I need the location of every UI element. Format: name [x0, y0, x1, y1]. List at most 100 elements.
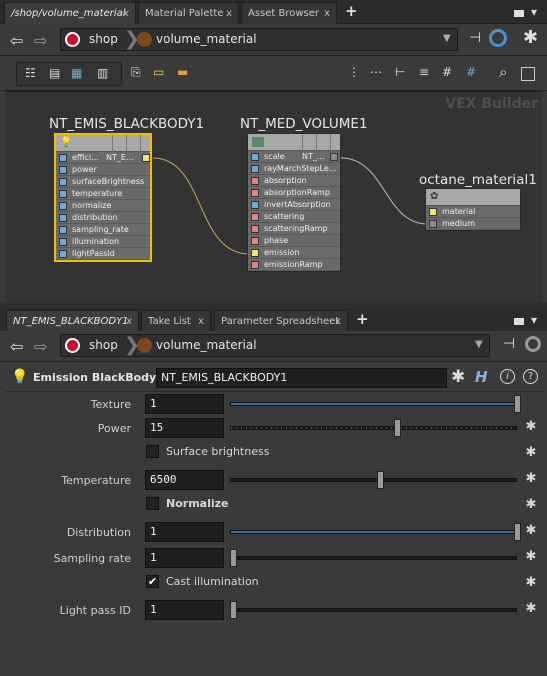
node-octane-material[interactable]: ✿ material medium — [425, 188, 521, 231]
list-view-icon[interactable]: ▤ — [49, 66, 60, 80]
frame-all-icon[interactable] — [521, 67, 535, 81]
link-icon[interactable] — [489, 29, 507, 47]
forward-arrow-icon[interactable]: ⇨ — [34, 337, 47, 356]
port-phase[interactable]: phase — [248, 235, 340, 247]
surface-brightness-gear-icon[interactable]: ✱ — [524, 446, 538, 460]
show-grid-icon[interactable]: # — [442, 65, 452, 79]
add-tab-icon[interactable]: + — [356, 310, 369, 328]
light-pass-id-gear-icon[interactable]: ✱ — [524, 602, 538, 616]
port-invert-absorption[interactable]: invertAbsorption — [248, 199, 340, 211]
light-pass-id-field[interactable]: 1 — [145, 600, 224, 620]
path-context[interactable]: shop — [89, 32, 118, 46]
power-gear-icon[interactable]: ✱ — [524, 420, 538, 434]
add-tab-icon[interactable]: + — [345, 2, 358, 20]
network-box-icon[interactable]: ▬ — [177, 65, 188, 79]
tab-take-list[interactable]: Take List x — [141, 310, 211, 332]
parameters-view-icon[interactable]: ▥ — [97, 66, 108, 80]
path-node[interactable]: volume_material — [156, 32, 257, 46]
port-emission[interactable]: emission — [248, 247, 340, 259]
minimize-pane-icon[interactable] — [514, 10, 524, 17]
slider-handle[interactable] — [377, 471, 384, 489]
snap-grid-icon[interactable]: # — [466, 65, 476, 79]
port-scale[interactable]: scale NT_... — [248, 151, 340, 163]
port-surface-brightness[interactable]: surfaceBrightness — [56, 176, 150, 188]
port-scattering-ramp[interactable]: scatteringRamp — [248, 223, 340, 235]
path-field[interactable]: shop ❯ volume_material ▼ — [60, 28, 458, 51]
tab-close-icon[interactable]: x — [198, 311, 204, 332]
tab-material-palette[interactable]: Material Palette x — [138, 2, 239, 24]
node-emis-blackbody[interactable]: 💡 effici... NT_E... power surfaceBrightne… — [54, 133, 152, 262]
pane-menu-icon[interactable]: ▾ — [531, 313, 537, 327]
zoom-icon[interactable]: ⌕ — [499, 63, 507, 81]
path-dropdown-icon[interactable]: ▼ — [475, 339, 483, 350]
normalize-checkbox[interactable] — [146, 497, 159, 510]
node-med-volume[interactable]: scale NT_... rayMarchStepLe... absorption… — [247, 133, 341, 272]
tab-close-icon[interactable]: x — [335, 311, 341, 332]
sampling-rate-field[interactable]: 1 — [145, 548, 224, 568]
info-icon[interactable]: i — [500, 369, 515, 384]
network-editor[interactable]: VEX Builder NT_EMIS_BLACKBODY1 💡 effici.… — [5, 91, 542, 302]
output-port[interactable] — [142, 154, 150, 162]
temperature-gear-icon[interactable]: ✱ — [524, 472, 538, 486]
pin-icon[interactable]: ⊣ — [503, 336, 515, 352]
power-slider[interactable] — [230, 419, 517, 437]
node-name-field[interactable]: NT_EMIS_BLACKBODY1 — [156, 368, 447, 388]
tab-close-icon[interactable]: x — [226, 3, 232, 24]
settings-gear-icon[interactable]: ✱ — [523, 27, 538, 48]
port-material[interactable]: material — [426, 206, 520, 218]
path-node[interactable]: volume_material — [156, 338, 257, 352]
port-normalize[interactable]: normalize — [56, 200, 150, 212]
pane-menu-icon[interactable]: ▾ — [531, 5, 537, 19]
distribution-field[interactable]: 1 — [145, 522, 224, 542]
port-ray-march[interactable]: rayMarchStepLe... — [248, 163, 340, 175]
port-emission-ramp[interactable]: emissionRamp — [248, 259, 340, 271]
tab-close-icon[interactable]: x — [123, 3, 129, 24]
slider-handle[interactable] — [514, 395, 521, 413]
arrange-icon[interactable]: ≡ — [419, 65, 429, 79]
port-distribution[interactable]: distribution — [56, 212, 150, 224]
link-icon[interactable] — [525, 336, 541, 352]
slider-handle[interactable] — [394, 419, 401, 437]
port-efficiency[interactable]: effici... NT_E... — [56, 152, 150, 164]
back-arrow-icon[interactable]: ⇦ — [10, 31, 23, 50]
port-sampling-rate[interactable]: sampling_rate — [56, 224, 150, 236]
minimize-pane-icon[interactable] — [514, 318, 524, 325]
back-arrow-icon[interactable]: ⇦ — [10, 337, 23, 356]
sampling-rate-slider[interactable] — [230, 549, 517, 567]
path-dropdown-icon[interactable]: ▼ — [443, 33, 451, 44]
texture-field[interactable]: 1 — [145, 394, 224, 414]
port-absorption-ramp[interactable]: absorptionRamp — [248, 187, 340, 199]
settings-gear-icon[interactable]: ✱ — [451, 367, 465, 387]
temperature-field[interactable]: 6500 — [145, 470, 224, 490]
cast-illumination-checkbox[interactable]: ✔ — [146, 575, 159, 588]
distribution-gear-icon[interactable]: ✱ — [524, 524, 538, 538]
forward-arrow-icon[interactable]: ⇨ — [34, 31, 47, 50]
sampling-rate-gear-icon[interactable]: ✱ — [524, 550, 538, 564]
port-illumination[interactable]: illumination — [56, 236, 150, 248]
tab-parameters[interactable]: NT_EMIS_BLACKBODY1 x — [6, 310, 139, 332]
power-field[interactable]: 15 — [145, 418, 224, 438]
slider-handle[interactable] — [230, 601, 237, 619]
port-light-pass-id[interactable]: lightPassId — [56, 248, 150, 260]
tab-asset-browser[interactable]: Asset Browser x — [241, 2, 337, 24]
light-pass-id-slider[interactable] — [230, 601, 517, 619]
houdini-help-icon[interactable]: H — [475, 368, 488, 386]
texture-slider[interactable] — [230, 395, 521, 413]
quick-mark-icon[interactable]: ⎘ — [131, 65, 141, 80]
slider-handle[interactable] — [514, 523, 521, 541]
tab-parameter-spreadsheet[interactable]: Parameter Spreadsheet x — [214, 310, 348, 332]
tab-close-icon[interactable]: x — [126, 311, 132, 332]
layout-icon[interactable]: ⊢ — [395, 65, 405, 79]
output-port[interactable] — [330, 153, 338, 161]
path-context[interactable]: shop — [89, 338, 118, 352]
slider-handle[interactable] — [230, 549, 237, 567]
temperature-slider[interactable] — [230, 471, 517, 489]
pin-icon[interactable]: ⊣ — [469, 30, 481, 46]
help-icon[interactable]: ? — [523, 369, 538, 384]
tree-view-icon[interactable]: ☷ — [25, 66, 36, 80]
distribution-slider[interactable] — [230, 523, 521, 541]
port-temperature[interactable]: temperature — [56, 188, 150, 200]
sticky-note-icon[interactable]: ▭ — [153, 65, 164, 79]
port-absorption[interactable]: absorption — [248, 175, 340, 187]
port-power[interactable]: power — [56, 164, 150, 176]
